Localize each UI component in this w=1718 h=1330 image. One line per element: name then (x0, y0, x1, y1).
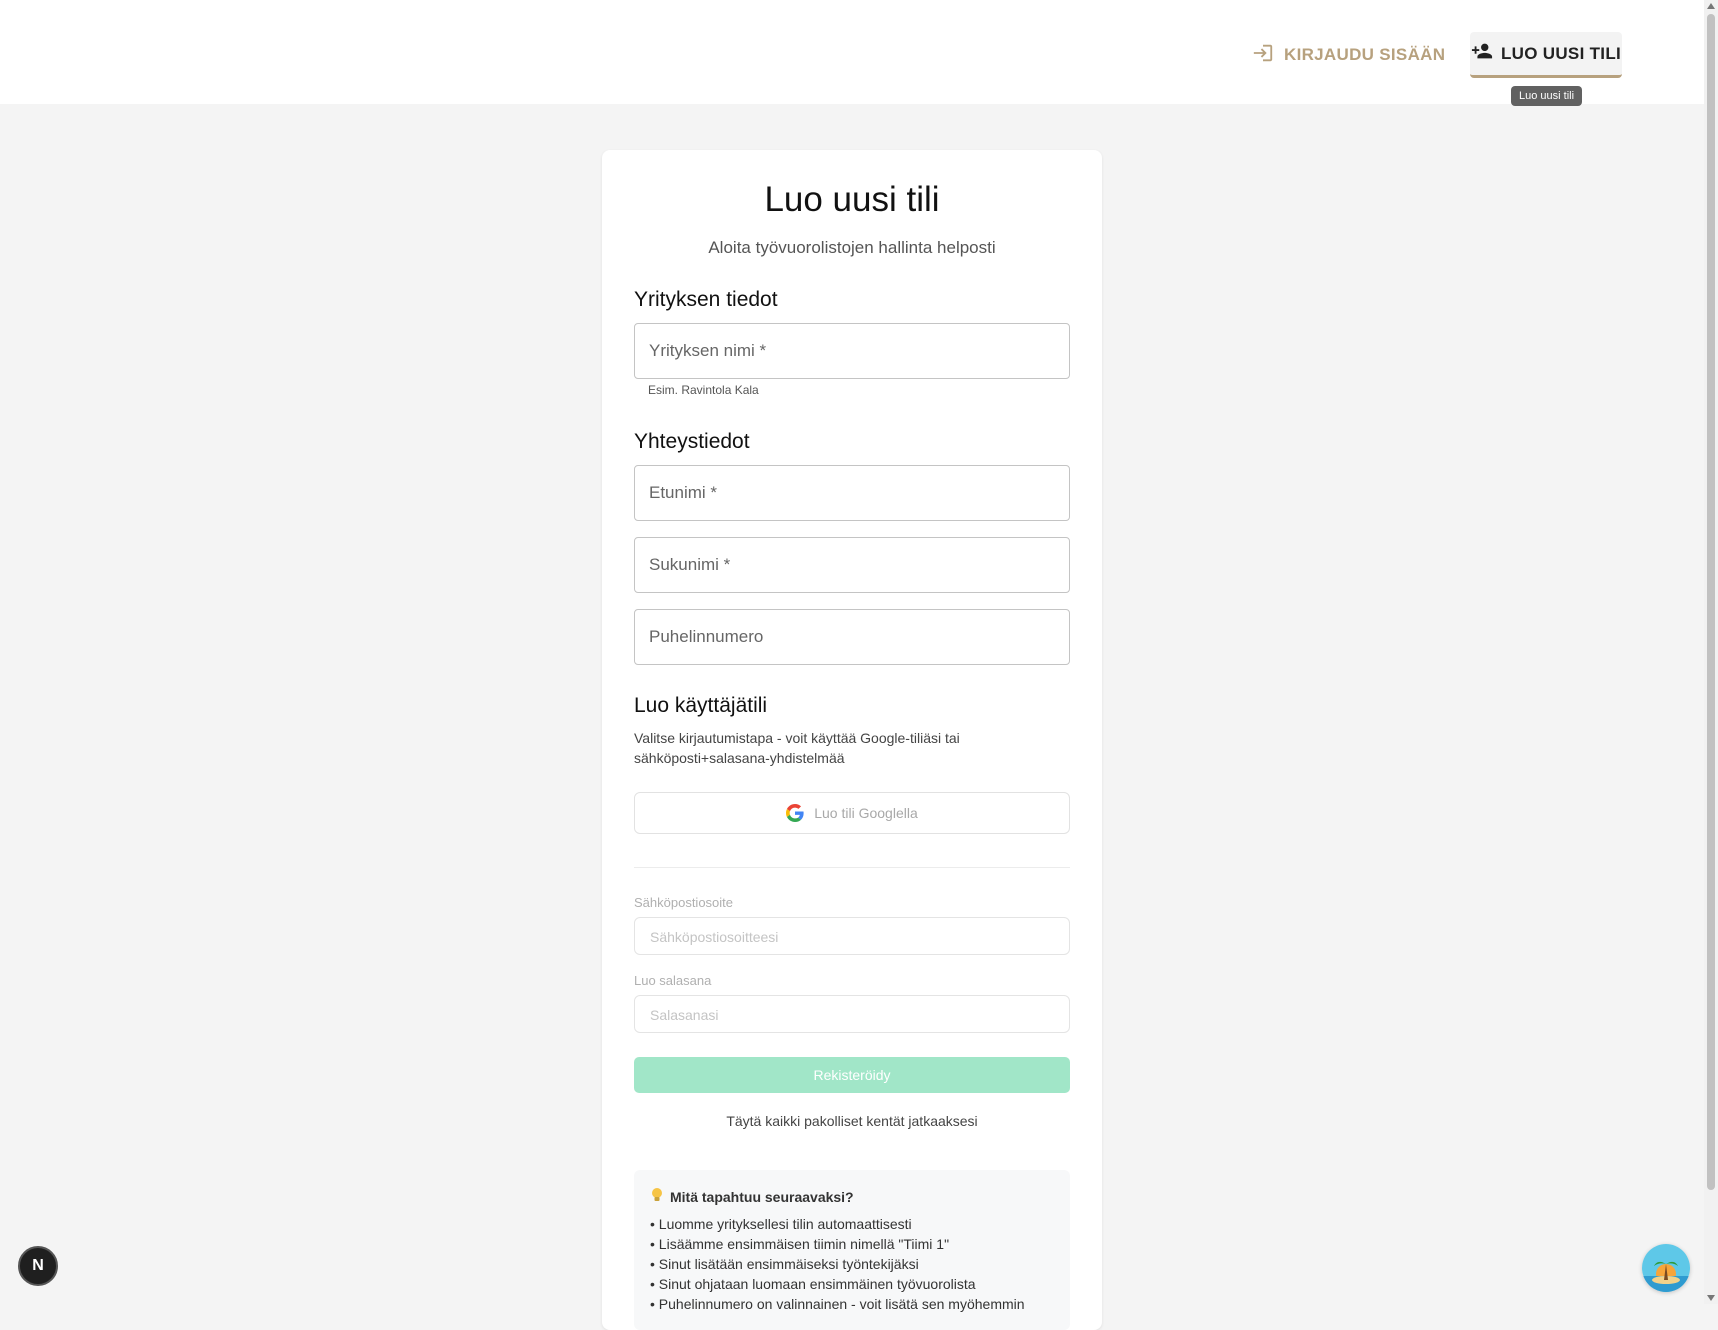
next-steps-title: Mitä tapahtuu seuraavaksi? (670, 1188, 854, 1205)
list-item: • Lisäämme ensimmäisen tiimin nimellä "T… (650, 1236, 950, 1252)
email-field[interactable]: Sähköpostiosoitteesi (634, 917, 1070, 955)
first-name-field[interactable]: Etunimi * (634, 465, 1070, 521)
email-placeholder: Sähköpostiosoitteesi (650, 929, 779, 945)
beach-avatar-icon (1642, 1244, 1690, 1292)
signup-label: LUO UUSI TILI (1500, 43, 1622, 63)
next-steps-box: Mitä tapahtuu seuraavaksi? • Luomme yrit… (634, 1170, 1070, 1330)
password-field[interactable]: Salasanasi (634, 995, 1070, 1033)
signup-tooltip: Luo uusi tili (1511, 86, 1583, 106)
login-link[interactable]: KIRJAUDU SISÄÄN (1252, 40, 1445, 70)
login-icon (1252, 42, 1274, 69)
signup-tab[interactable]: LUO UUSI TILI (1470, 32, 1622, 78)
company-section-title: Yrityksen tiedot (634, 288, 778, 311)
list-item: • Puhelinnumero on valinnainen - voit li… (650, 1296, 1025, 1312)
list-item: • Sinut lisätään ensimmäiseksi työntekij… (650, 1256, 919, 1272)
google-signup-button[interactable]: Luo tili Googlella (634, 792, 1070, 834)
assistant-button[interactable] (1642, 1244, 1690, 1292)
list-item: • Luomme yrityksellesi tilin automaattis… (650, 1216, 912, 1232)
page-scrollbar[interactable] (1704, 0, 1718, 1304)
contact-section-title: Yhteystiedot (634, 430, 750, 453)
phone-field[interactable]: Puhelinnumero (634, 609, 1070, 665)
scroll-up-arrow-icon[interactable] (1707, 3, 1715, 9)
person-add-icon (1471, 40, 1493, 67)
password-label: Luo salasana (634, 973, 712, 988)
top-navbar: KIRJAUDU SISÄÄN LUO UUSI TILI Luo uusi t… (0, 0, 1704, 106)
phone-label: Puhelinnumero (649, 627, 764, 646)
page-title: Luo uusi tili (764, 180, 940, 219)
scroll-thumb[interactable] (1707, 14, 1715, 1190)
next-steps-heading: Mitä tapahtuu seuraavaksi? (650, 1187, 854, 1206)
dev-tools-badge[interactable]: N (18, 1246, 58, 1286)
divider (634, 867, 1070, 868)
signup-card: Luo uusi tili Aloita työvuorolistojen ha… (602, 150, 1102, 1330)
required-fields-note: Täytä kaikki pakolliset kentät jatkaakse… (726, 1113, 978, 1129)
page-subtitle: Aloita työvuorolistojen hallinta helpost… (708, 238, 996, 257)
lightbulb-icon (650, 1187, 664, 1206)
company-name-label: Yrityksen nimi * (649, 341, 767, 360)
account-section-title: Luo käyttäjätili (634, 694, 768, 717)
register-button[interactable]: Rekisteröidy (634, 1057, 1070, 1093)
email-label: Sähköpostiosoite (634, 895, 734, 910)
company-name-helper: Esim. Ravintola Kala (648, 383, 759, 397)
account-description: Valitse kirjautumistapa - voit käyttää G… (634, 730, 960, 766)
next-steps-list: • Luomme yrityksellesi tilin automaattis… (650, 1214, 1025, 1314)
password-placeholder: Salasanasi (650, 1007, 719, 1023)
scroll-down-arrow-icon[interactable] (1707, 1295, 1715, 1301)
company-name-field[interactable]: Yrityksen nimi * (634, 323, 1070, 379)
google-icon (786, 804, 804, 822)
google-signup-label: Luo tili Googlella (814, 805, 918, 821)
last-name-label: Sukunimi * (649, 555, 731, 574)
list-item: • Sinut ohjataan luomaan ensimmäinen työ… (650, 1276, 976, 1292)
login-label: KIRJAUDU SISÄÄN (1284, 45, 1446, 64)
first-name-label: Etunimi * (649, 483, 718, 502)
last-name-field[interactable]: Sukunimi * (634, 537, 1070, 593)
